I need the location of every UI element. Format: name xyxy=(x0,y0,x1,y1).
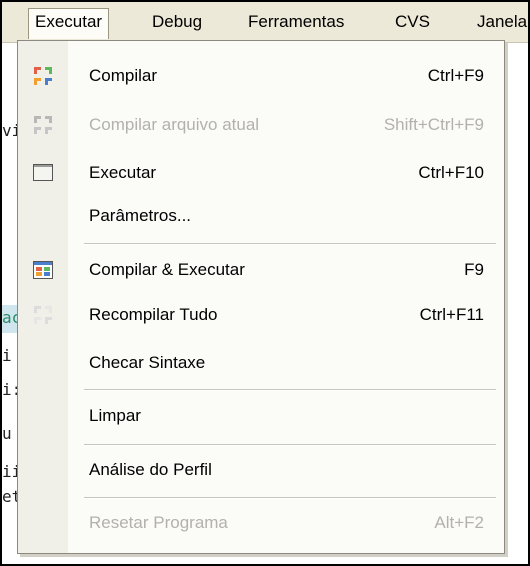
menu-separator xyxy=(84,389,496,391)
menuitem-shortcut: Ctrl+F9 xyxy=(427,66,484,85)
run-window-icon xyxy=(33,164,53,181)
menuitem-label: Resetar Programa xyxy=(89,513,228,532)
menuitem-label: Limpar xyxy=(89,406,141,425)
menu-cvs[interactable]: CVS xyxy=(389,9,436,35)
editor-fragment: u xyxy=(2,424,12,443)
menu-separator xyxy=(84,444,496,446)
menuitem-recompilar-tudo[interactable]: Recompilar Tudo Ctrl+F11 xyxy=(18,296,504,334)
menu-separator xyxy=(84,243,496,245)
compile-icon xyxy=(34,67,52,85)
menuitem-limpar[interactable]: Limpar xyxy=(18,397,504,435)
menuitem-executar[interactable]: Executar Ctrl+F10 xyxy=(18,154,504,192)
menuitem-analise-do-perfil[interactable]: Análise do Perfil xyxy=(18,451,504,489)
menuitem-shortcut: Shift+Ctrl+F9 xyxy=(383,115,484,134)
compile-run-icon xyxy=(33,261,53,279)
menuitem-compilar-arquivo-atual[interactable]: Compilar arquivo atual Shift+Ctrl+F9 xyxy=(18,106,504,144)
menuitem-label: Compilar & Executar xyxy=(89,260,245,279)
menu-janela[interactable]: Janela xyxy=(471,9,530,35)
menuitem-label: Compilar xyxy=(89,66,158,85)
menuitem-compilar-executar[interactable]: Compilar & Executar F9 xyxy=(18,251,504,289)
menu-executar[interactable]: Executar xyxy=(28,8,110,39)
menuitem-label: Executar xyxy=(89,163,157,182)
menuitem-resetar-programa[interactable]: Resetar Programa Alt+F2 xyxy=(18,504,504,542)
executar-dropdown-menu: Compilar Ctrl+F9 Compilar arquivo atual … xyxy=(17,40,505,554)
menuitem-compilar[interactable]: Compilar Ctrl+F9 xyxy=(18,57,504,95)
menuitem-label: Checar Sintaxe xyxy=(89,353,206,372)
rebuild-all-icon xyxy=(34,306,52,324)
menu-bar: Executar Debug Ferramentas CVS Janela xyxy=(2,2,528,43)
menuitem-shortcut: F9 xyxy=(464,260,484,279)
compile-file-icon xyxy=(34,116,52,134)
menu-debug[interactable]: Debug xyxy=(146,9,208,35)
menuitem-shortcut: Alt+F2 xyxy=(434,513,484,532)
menu-separator xyxy=(84,497,496,499)
menuitem-label: Recompilar Tudo xyxy=(89,305,218,324)
menuitem-shortcut: Ctrl+F10 xyxy=(418,163,484,182)
menuitem-label: Análise do Perfil xyxy=(89,460,212,479)
menu-ferramentas[interactable]: Ferramentas xyxy=(242,9,350,35)
menuitem-checar-sintaxe[interactable]: Checar Sintaxe xyxy=(18,344,504,382)
editor-fragment: i xyxy=(2,346,12,365)
menuitem-label: Parâmetros... xyxy=(89,206,192,225)
menuitem-label: Compilar arquivo atual xyxy=(89,115,260,134)
menuitem-shortcut: Ctrl+F11 xyxy=(419,305,484,324)
menuitem-parametros[interactable]: Parâmetros... xyxy=(18,197,504,235)
